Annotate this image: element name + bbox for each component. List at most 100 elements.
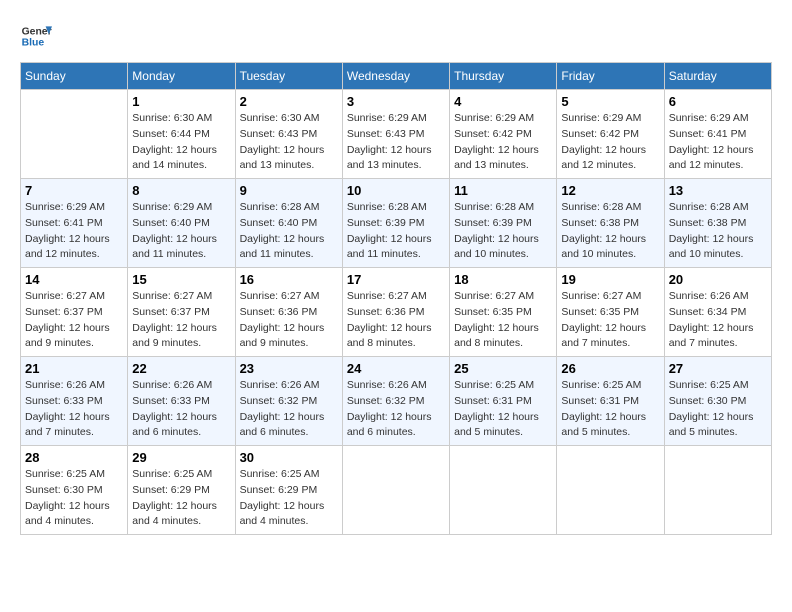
calendar-cell: 11 Sunrise: 6:28 AM Sunset: 6:39 PM Dayli… (450, 179, 557, 268)
calendar-cell (664, 446, 771, 535)
day-info: Sunrise: 6:27 AM Sunset: 6:36 PM Dayligh… (347, 289, 445, 352)
day-number: 14 (25, 272, 123, 287)
day-info: Sunrise: 6:27 AM Sunset: 6:35 PM Dayligh… (561, 289, 659, 352)
day-number: 26 (561, 361, 659, 376)
day-info: Sunrise: 6:27 AM Sunset: 6:37 PM Dayligh… (25, 289, 123, 352)
day-info: Sunrise: 6:26 AM Sunset: 6:34 PM Dayligh… (669, 289, 767, 352)
day-number: 15 (132, 272, 230, 287)
calendar-cell: 3 Sunrise: 6:29 AM Sunset: 6:43 PM Daylig… (342, 90, 449, 179)
day-number: 23 (240, 361, 338, 376)
weekday-header: Friday (557, 63, 664, 90)
day-number: 2 (240, 94, 338, 109)
weekday-header: Wednesday (342, 63, 449, 90)
calendar-cell: 30 Sunrise: 6:25 AM Sunset: 6:29 PM Dayli… (235, 446, 342, 535)
day-info: Sunrise: 6:30 AM Sunset: 6:43 PM Dayligh… (240, 111, 338, 174)
calendar-cell: 24Sunrise: 6:26 AM Sunset: 6:32 PM Dayli… (342, 357, 449, 446)
day-number: 21 (25, 361, 123, 376)
day-info: Sunrise: 6:27 AM Sunset: 6:35 PM Dayligh… (454, 289, 552, 352)
day-info: Sunrise: 6:26 AM Sunset: 6:32 PM Dayligh… (240, 378, 338, 441)
calendar-cell (557, 446, 664, 535)
weekday-header: Sunday (21, 63, 128, 90)
day-number: 18 (454, 272, 552, 287)
day-number: 19 (561, 272, 659, 287)
calendar-cell: 16Sunrise: 6:27 AM Sunset: 6:36 PM Dayli… (235, 268, 342, 357)
day-info: Sunrise: 6:25 AM Sunset: 6:29 PM Dayligh… (240, 467, 338, 530)
day-info: Sunrise: 6:25 AM Sunset: 6:31 PM Dayligh… (561, 378, 659, 441)
calendar-cell: 6Sunrise: 6:29 AM Sunset: 6:41 PM Daylig… (664, 90, 771, 179)
calendar-cell: 2 Sunrise: 6:30 AM Sunset: 6:43 PM Daylig… (235, 90, 342, 179)
day-info: Sunrise: 6:30 AM Sunset: 6:44 PM Dayligh… (132, 111, 230, 174)
day-number: 29 (132, 450, 230, 465)
day-number: 22 (132, 361, 230, 376)
weekday-row: SundayMondayTuesdayWednesdayThursdayFrid… (21, 63, 772, 90)
calendar-header: SundayMondayTuesdayWednesdayThursdayFrid… (21, 63, 772, 90)
day-number: 3 (347, 94, 445, 109)
logo-icon: General Blue (20, 20, 52, 52)
calendar-week-row: 28Sunrise: 6:25 AM Sunset: 6:30 PM Dayli… (21, 446, 772, 535)
day-info: Sunrise: 6:29 AM Sunset: 6:42 PM Dayligh… (561, 111, 659, 174)
day-number: 9 (240, 183, 338, 198)
day-info: Sunrise: 6:29 AM Sunset: 6:43 PM Dayligh… (347, 111, 445, 174)
day-info: Sunrise: 6:29 AM Sunset: 6:42 PM Dayligh… (454, 111, 552, 174)
calendar-cell: 28Sunrise: 6:25 AM Sunset: 6:30 PM Dayli… (21, 446, 128, 535)
day-info: Sunrise: 6:29 AM Sunset: 6:40 PM Dayligh… (132, 200, 230, 263)
day-number: 13 (669, 183, 767, 198)
day-info: Sunrise: 6:29 AM Sunset: 6:41 PM Dayligh… (669, 111, 767, 174)
page-header: General Blue (20, 20, 772, 52)
day-number: 12 (561, 183, 659, 198)
calendar-table: SundayMondayTuesdayWednesdayThursdayFrid… (20, 62, 772, 535)
calendar-cell: 27 Sunrise: 6:25 AM Sunset: 6:30 PM Dayli… (664, 357, 771, 446)
calendar-cell: 7Sunrise: 6:29 AM Sunset: 6:41 PM Daylig… (21, 179, 128, 268)
calendar-cell: 15 Sunrise: 6:27 AM Sunset: 6:37 PM Dayli… (128, 268, 235, 357)
calendar-cell: 23 Sunrise: 6:26 AM Sunset: 6:32 PM Dayli… (235, 357, 342, 446)
day-info: Sunrise: 6:26 AM Sunset: 6:33 PM Dayligh… (132, 378, 230, 441)
calendar-cell: 10 Sunrise: 6:28 AM Sunset: 6:39 PM Dayli… (342, 179, 449, 268)
day-number: 30 (240, 450, 338, 465)
day-number: 1 (132, 94, 230, 109)
calendar-cell: 20 Sunrise: 6:26 AM Sunset: 6:34 PM Dayli… (664, 268, 771, 357)
day-number: 8 (132, 183, 230, 198)
calendar-week-row: 14 Sunrise: 6:27 AM Sunset: 6:37 PM Dayli… (21, 268, 772, 357)
calendar-week-row: 21 Sunrise: 6:26 AM Sunset: 6:33 PM Dayli… (21, 357, 772, 446)
day-info: Sunrise: 6:28 AM Sunset: 6:39 PM Dayligh… (454, 200, 552, 263)
day-number: 17 (347, 272, 445, 287)
weekday-header: Saturday (664, 63, 771, 90)
day-number: 25 (454, 361, 552, 376)
day-info: Sunrise: 6:25 AM Sunset: 6:30 PM Dayligh… (25, 467, 123, 530)
day-number: 4 (454, 94, 552, 109)
day-info: Sunrise: 6:28 AM Sunset: 6:38 PM Dayligh… (561, 200, 659, 263)
calendar-cell: 1 Sunrise: 6:30 AM Sunset: 6:44 PM Daylig… (128, 90, 235, 179)
calendar-cell: 25 Sunrise: 6:25 AM Sunset: 6:31 PM Dayli… (450, 357, 557, 446)
day-info: Sunrise: 6:28 AM Sunset: 6:38 PM Dayligh… (669, 200, 767, 263)
day-number: 11 (454, 183, 552, 198)
calendar-cell: 29 Sunrise: 6:25 AM Sunset: 6:29 PM Dayli… (128, 446, 235, 535)
calendar-cell: 4 Sunrise: 6:29 AM Sunset: 6:42 PM Daylig… (450, 90, 557, 179)
day-number: 20 (669, 272, 767, 287)
day-info: Sunrise: 6:25 AM Sunset: 6:29 PM Dayligh… (132, 467, 230, 530)
day-number: 24 (347, 361, 445, 376)
logo: General Blue (20, 20, 52, 52)
day-info: Sunrise: 6:25 AM Sunset: 6:31 PM Dayligh… (454, 378, 552, 441)
svg-text:Blue: Blue (22, 38, 45, 49)
day-number: 16 (240, 272, 338, 287)
calendar-cell: 17 Sunrise: 6:27 AM Sunset: 6:36 PM Dayli… (342, 268, 449, 357)
day-info: Sunrise: 6:28 AM Sunset: 6:39 PM Dayligh… (347, 200, 445, 263)
calendar-cell (342, 446, 449, 535)
calendar-cell: 26 Sunrise: 6:25 AM Sunset: 6:31 PM Dayli… (557, 357, 664, 446)
day-number: 7 (25, 183, 123, 198)
calendar-body: 1 Sunrise: 6:30 AM Sunset: 6:44 PM Daylig… (21, 90, 772, 535)
day-number: 27 (669, 361, 767, 376)
day-info: Sunrise: 6:25 AM Sunset: 6:30 PM Dayligh… (669, 378, 767, 441)
calendar-week-row: 1 Sunrise: 6:30 AM Sunset: 6:44 PM Daylig… (21, 90, 772, 179)
calendar-cell: 12 Sunrise: 6:28 AM Sunset: 6:38 PM Dayli… (557, 179, 664, 268)
day-number: 10 (347, 183, 445, 198)
day-info: Sunrise: 6:26 AM Sunset: 6:33 PM Dayligh… (25, 378, 123, 441)
calendar-cell: 14 Sunrise: 6:27 AM Sunset: 6:37 PM Dayli… (21, 268, 128, 357)
calendar-cell (450, 446, 557, 535)
calendar-cell: 8 Sunrise: 6:29 AM Sunset: 6:40 PM Daylig… (128, 179, 235, 268)
weekday-header: Tuesday (235, 63, 342, 90)
day-info: Sunrise: 6:27 AM Sunset: 6:37 PM Dayligh… (132, 289, 230, 352)
calendar-cell (21, 90, 128, 179)
calendar-cell: 5Sunrise: 6:29 AM Sunset: 6:42 PM Daylig… (557, 90, 664, 179)
calendar-cell: 13 Sunrise: 6:28 AM Sunset: 6:38 PM Dayli… (664, 179, 771, 268)
